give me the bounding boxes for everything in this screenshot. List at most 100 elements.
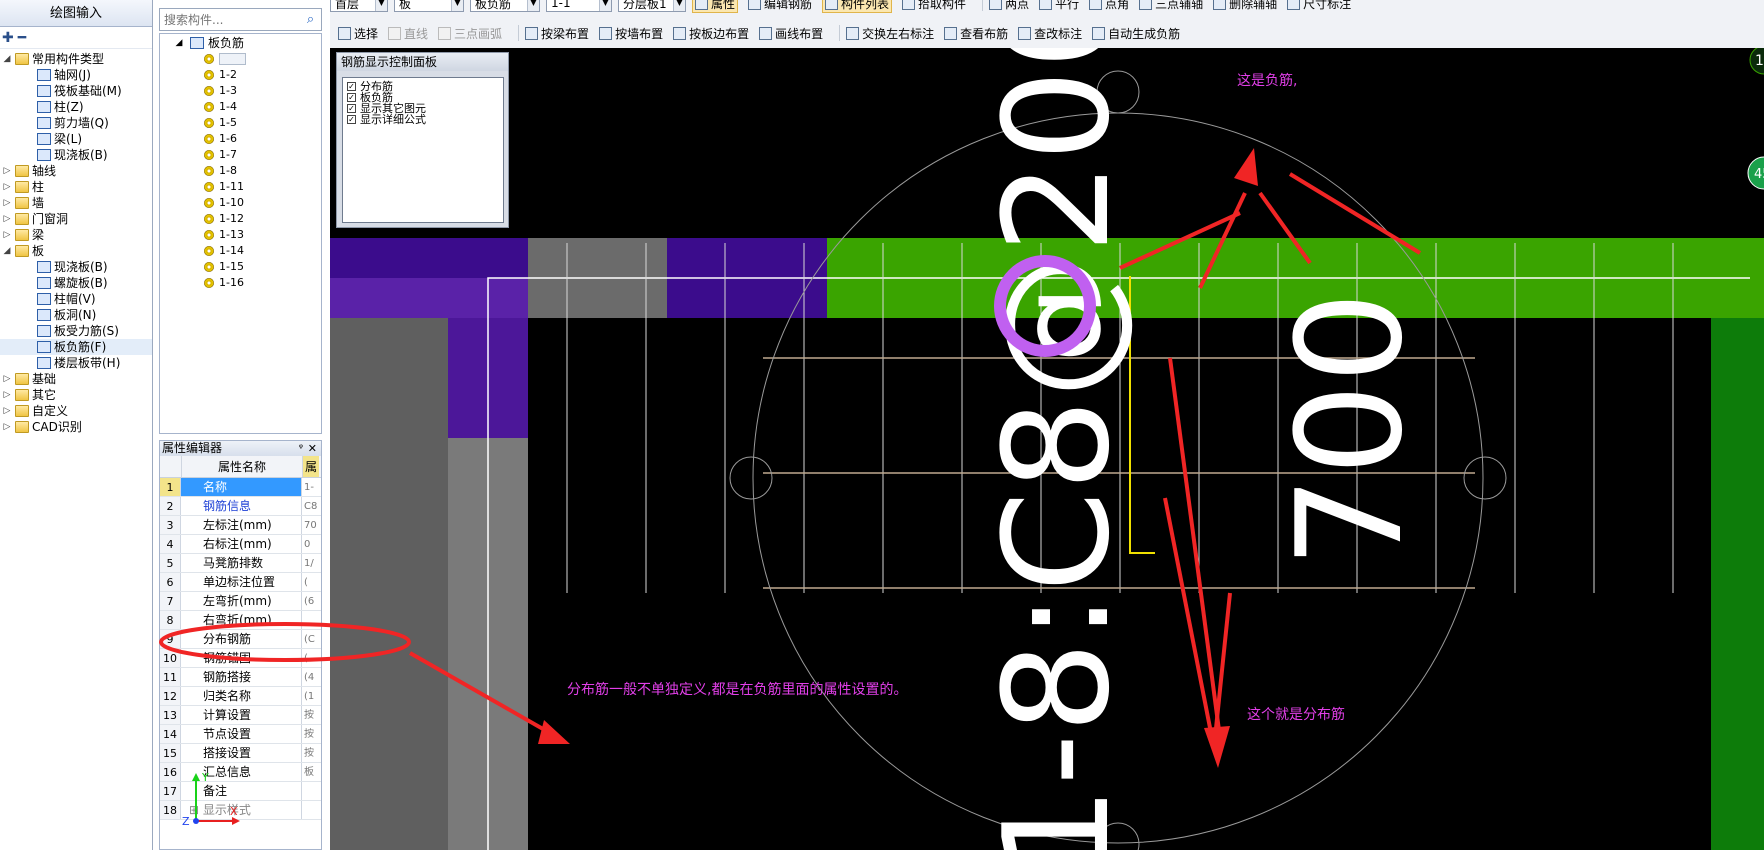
component-item[interactable]: 1-5 bbox=[160, 115, 321, 131]
property-row[interactable]: 1 名称 1- bbox=[160, 478, 321, 497]
expand-icon[interactable]: ◢ bbox=[172, 35, 186, 51]
component-item[interactable]: 1-14 bbox=[160, 243, 321, 259]
component-item[interactable]: 1-12 bbox=[160, 211, 321, 227]
tree-node[interactable]: ▷ 柱 bbox=[0, 179, 152, 195]
property-row[interactable]: 12 归类名称 (1 bbox=[160, 687, 321, 706]
tree-node[interactable]: 剪力墙(Q) bbox=[0, 115, 152, 131]
tree-node[interactable]: ▷ 墙 bbox=[0, 195, 152, 211]
property-value[interactable]: 按 bbox=[302, 725, 319, 743]
toolbar-button[interactable]: 点角 bbox=[1089, 0, 1129, 12]
property-row[interactable]: 13 计算设置按 bbox=[160, 706, 321, 725]
checkbox[interactable]: ✓ bbox=[347, 93, 356, 102]
component-rename-box[interactable] bbox=[219, 53, 246, 65]
tree-node[interactable]: ▷ 门窗洞 bbox=[0, 211, 152, 227]
tree-node[interactable]: 梁(L) bbox=[0, 131, 152, 147]
property-row[interactable]: 3 左标注(mm) 70 bbox=[160, 516, 321, 535]
rebar-option[interactable]: ✓ 显示详细公式 bbox=[347, 114, 499, 125]
property-row[interactable]: 6 单边标注位置( bbox=[160, 573, 321, 592]
tree-node[interactable]: ▷ 梁 bbox=[0, 227, 152, 243]
toolbar-button[interactable]: 尺寸标注 bbox=[1287, 0, 1351, 12]
collapsed-icon[interactable]: ▷ bbox=[2, 387, 12, 403]
tree-node[interactable]: ◢ 板 bbox=[0, 243, 152, 259]
checkbox[interactable]: ✓ bbox=[347, 115, 356, 124]
drawing-canvas[interactable]: 1-8:C8@200 700 13 bbox=[330, 48, 1764, 850]
component-item[interactable]: 1-11 bbox=[160, 179, 321, 195]
toolbar-button[interactable]: 按梁布置 bbox=[525, 25, 589, 42]
floor-select[interactable]: 首层 ▼ bbox=[330, 0, 388, 12]
tree-node[interactable]: 板负筋(F) bbox=[0, 339, 152, 355]
checkbox[interactable]: ✓ bbox=[347, 82, 356, 91]
property-row[interactable]: 2 钢筋信息 C8 bbox=[160, 497, 321, 516]
collapsed-icon[interactable]: ▷ bbox=[2, 403, 12, 419]
property-value[interactable]: 0 bbox=[302, 535, 319, 553]
collapsed-icon[interactable]: ▷ bbox=[2, 227, 12, 243]
component-item[interactable]: 1-4 bbox=[160, 99, 321, 115]
tree-node[interactable]: 筏板基础(M) bbox=[0, 83, 152, 99]
property-value[interactable]: (1 bbox=[302, 687, 319, 705]
component-item[interactable]: 1-2 bbox=[160, 67, 321, 83]
checkbox[interactable]: ✓ bbox=[347, 104, 356, 113]
tree-node[interactable]: ◢ 常用构件类型 bbox=[0, 51, 152, 67]
component-item[interactable]: 1-8 bbox=[160, 163, 321, 179]
tree-node[interactable]: 轴网(J) bbox=[0, 67, 152, 83]
expanded-icon[interactable]: ◢ bbox=[2, 51, 12, 67]
tree-node[interactable]: 柱(Z) bbox=[0, 99, 152, 115]
toolbar-button[interactable]: 编辑钢筋 bbox=[748, 0, 812, 12]
property-value[interactable]: 按 bbox=[302, 744, 319, 762]
component-root[interactable]: ◢ 板负筋 bbox=[160, 35, 321, 51]
collapsed-icon[interactable]: ▷ bbox=[2, 419, 12, 435]
property-value[interactable]: 板 bbox=[302, 763, 319, 781]
tree-node[interactable]: 现浇板(B) bbox=[0, 259, 152, 275]
property-value[interactable] bbox=[302, 782, 319, 800]
collapsed-icon[interactable]: ▷ bbox=[2, 195, 12, 211]
subtype-select[interactable]: 板负筋 ▼ bbox=[470, 0, 540, 12]
property-row[interactable]: 5 马凳筋排数 1/ bbox=[160, 554, 321, 573]
property-value[interactable]: 1- bbox=[302, 478, 319, 496]
toolbar-button[interactable]: 三点画弧 bbox=[438, 25, 502, 42]
property-row[interactable]: 7 左弯折(mm) (6 bbox=[160, 592, 321, 611]
collapse-icon[interactable]: ━ bbox=[18, 29, 26, 47]
property-value[interactable] bbox=[302, 801, 319, 819]
tree-node[interactable]: 板受力筋(S) bbox=[0, 323, 152, 339]
close-icon[interactable]: ✕ bbox=[308, 441, 317, 456]
collapsed-icon[interactable]: ▷ bbox=[2, 211, 12, 227]
pin-icon[interactable]: ᵠ bbox=[299, 441, 303, 456]
toolbar-button[interactable]: 交换左右标注 bbox=[846, 25, 934, 42]
tree-node[interactable]: ▷ 自定义 bbox=[0, 403, 152, 419]
toolbar-button[interactable]: 按墙布置 bbox=[599, 25, 663, 42]
toolbar-button[interactable]: 删除辅轴 bbox=[1213, 0, 1277, 12]
type-select[interactable]: 板 ▼ bbox=[394, 0, 464, 12]
tree-node[interactable]: ▷ CAD识别 bbox=[0, 419, 152, 435]
toolbar-button[interactable]: 查改标注 bbox=[1018, 25, 1082, 42]
collapsed-icon[interactable]: ▷ bbox=[2, 179, 12, 195]
property-value[interactable]: (6 bbox=[302, 592, 319, 610]
toolbar-button[interactable]: 两点 bbox=[989, 0, 1029, 12]
tree-node[interactable]: ▷ 基础 bbox=[0, 371, 152, 387]
toolbar-button[interactable]: 画线布置 bbox=[759, 25, 823, 42]
tree-node[interactable]: 现浇板(B) bbox=[0, 147, 152, 163]
property-row[interactable]: 4 右标注(mm) 0 bbox=[160, 535, 321, 554]
search-input[interactable] bbox=[160, 9, 298, 30]
tree-node[interactable]: ▷ 轴线 bbox=[0, 163, 152, 179]
collapsed-icon[interactable]: ▷ bbox=[2, 163, 12, 179]
component-item[interactable]: 1-6 bbox=[160, 131, 321, 147]
expanded-icon[interactable]: ◢ bbox=[2, 243, 12, 259]
property-value[interactable]: ( bbox=[302, 573, 319, 591]
property-row[interactable]: 14 节点设置按 bbox=[160, 725, 321, 744]
property-value[interactable]: 70 bbox=[302, 516, 319, 534]
toolbar-button[interactable]: 拾取构件 bbox=[902, 0, 966, 12]
property-value[interactable]: C8 bbox=[302, 497, 319, 515]
toolbar-button[interactable]: 选择 bbox=[338, 25, 378, 42]
toolbar-button[interactable]: 按板边布置 bbox=[673, 25, 749, 42]
layer-select[interactable]: 分层板1 ▼ bbox=[618, 0, 686, 12]
search-icon[interactable]: ⌕ bbox=[302, 11, 319, 28]
add-icon[interactable]: ✚ bbox=[2, 29, 14, 47]
property-value[interactable]: 1/ bbox=[302, 554, 319, 572]
toolbar-button[interactable]: 查看布筋 bbox=[944, 25, 1008, 42]
component-item[interactable]: 1-3 bbox=[160, 83, 321, 99]
component-item[interactable]: 1-13 bbox=[160, 227, 321, 243]
toolbar-button[interactable]: 自动生成负筋 bbox=[1092, 25, 1180, 42]
tree-node[interactable]: 螺旋板(B) bbox=[0, 275, 152, 291]
tree-node[interactable]: ▷ 其它 bbox=[0, 387, 152, 403]
component-item[interactable]: 1-15 bbox=[160, 259, 321, 275]
